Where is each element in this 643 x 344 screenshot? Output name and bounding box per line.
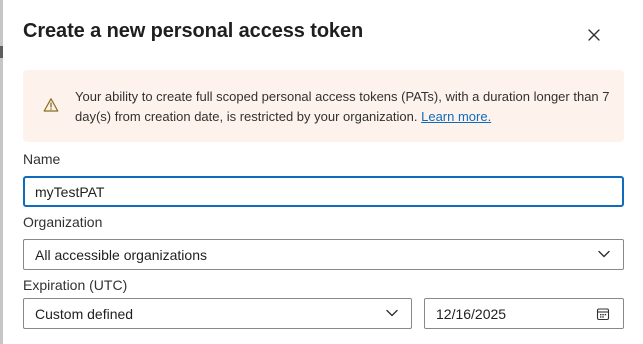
close-button[interactable] xyxy=(585,26,603,44)
organization-dropdown[interactable]: All accessible organizations xyxy=(23,239,624,270)
expiration-date-input[interactable]: 12/16/2025 xyxy=(424,298,624,329)
expiration-selected-value: Custom defined xyxy=(35,306,134,322)
dialog-title: Create a new personal access token xyxy=(23,20,364,42)
warning-icon xyxy=(43,98,59,112)
warning-message-text: Your ability to create full scoped perso… xyxy=(75,89,610,124)
expiration-dropdown[interactable]: Custom defined xyxy=(23,298,412,329)
chevron-down-icon xyxy=(598,250,610,258)
name-input[interactable]: myTestPAT xyxy=(23,176,624,207)
name-input-value: myTestPAT xyxy=(35,184,105,200)
organization-label: Organization xyxy=(23,214,103,230)
organization-selected-value: All accessible organizations xyxy=(35,247,207,263)
expiration-date-value: 12/16/2025 xyxy=(436,306,507,322)
warning-message: Your ability to create full scoped perso… xyxy=(75,87,611,126)
create-pat-dialog: Create a new personal access token Your … xyxy=(3,0,643,344)
warning-banner: Your ability to create full scoped perso… xyxy=(23,70,624,142)
calendar-icon[interactable] xyxy=(596,307,610,321)
close-icon xyxy=(588,29,600,41)
expiration-label: Expiration (UTC) xyxy=(23,277,128,293)
chevron-down-icon xyxy=(386,309,398,317)
learn-more-link[interactable]: Learn more. xyxy=(421,109,491,124)
name-label: Name xyxy=(23,151,61,167)
